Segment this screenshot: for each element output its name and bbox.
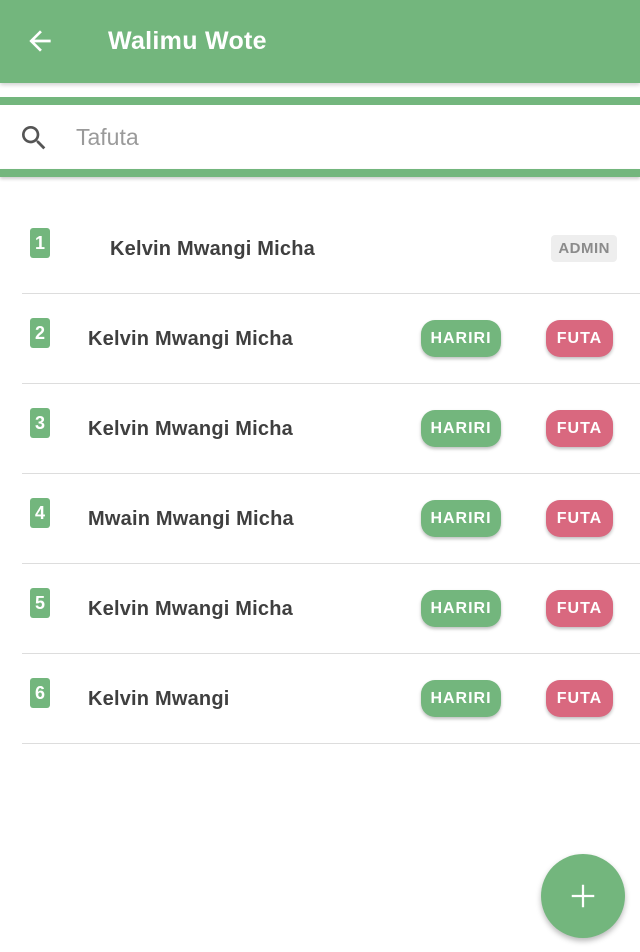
edit-button[interactable]: HARIRI [421,320,501,357]
list-item[interactable]: 5 Kelvin Mwangi Micha HARIRI FUTA [22,564,640,654]
row-number-badge: 5 [30,588,50,618]
delete-button[interactable]: FUTA [546,410,613,447]
delete-button[interactable]: FUTA [546,320,613,357]
list-item[interactable]: 1 Kelvin Mwangi Micha ADMIN [22,204,640,294]
search-bar [0,105,640,169]
row-number-badge: 4 [30,498,50,528]
list-item[interactable]: 6 Kelvin Mwangi HARIRI FUTA [22,654,640,744]
delete-button[interactable]: FUTA [546,590,613,627]
teacher-name: Mwain Mwangi Micha [88,508,294,530]
list-item[interactable]: 4 Mwain Mwangi Micha HARIRI FUTA [22,474,640,564]
search-icon [22,126,46,150]
add-teacher-button[interactable] [541,854,625,938]
search-top-accent [0,97,640,105]
arrow-left-icon [29,30,51,52]
teacher-name: Kelvin Mwangi Micha [88,328,293,350]
teachers-screen: Walimu Wote 1 Kelvin Mwangi Micha ADMIN … [0,0,640,952]
admin-badge: ADMIN [551,235,617,262]
edit-button[interactable]: HARIRI [421,500,501,537]
row-number-badge: 6 [30,678,50,708]
delete-button[interactable]: FUTA [546,680,613,717]
list-item[interactable]: 2 Kelvin Mwangi Micha HARIRI FUTA [22,294,640,384]
teacher-name: Kelvin Mwangi [88,688,230,710]
page-title: Walimu Wote [108,27,267,55]
top-app-bar: Walimu Wote [0,0,640,83]
list-item[interactable]: 3 Kelvin Mwangi Micha HARIRI FUTA [22,384,640,474]
teacher-list: 1 Kelvin Mwangi Micha ADMIN 2 Kelvin Mwa… [0,204,640,744]
row-number-badge: 1 [30,228,50,258]
delete-button[interactable]: FUTA [546,500,613,537]
back-button[interactable] [20,21,60,61]
search-input[interactable] [76,117,616,157]
search-bottom-accent [0,169,640,177]
teacher-name: Kelvin Mwangi Micha [110,238,315,260]
teacher-name: Kelvin Mwangi Micha [88,598,293,620]
edit-button[interactable]: HARIRI [421,680,501,717]
row-number-badge: 2 [30,318,50,348]
row-number-badge: 3 [30,408,50,438]
edit-button[interactable]: HARIRI [421,590,501,627]
plus-icon [571,884,595,908]
teacher-name: Kelvin Mwangi Micha [88,418,293,440]
edit-button[interactable]: HARIRI [421,410,501,447]
